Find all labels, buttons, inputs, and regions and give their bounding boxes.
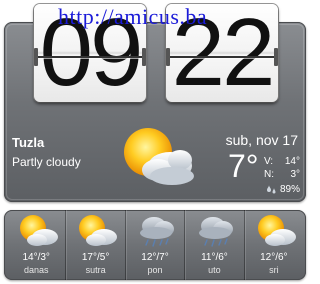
city-name: Tuzla <box>12 135 45 150</box>
forecast-day-name: sri <box>269 265 279 275</box>
rain-cloud-icon <box>139 217 174 247</box>
forecast-day[interactable]: 12°/6° sri <box>243 210 303 280</box>
forecast-day-name: sutra <box>85 265 106 275</box>
forecast-day[interactable]: 12°/7° pon <box>124 210 184 280</box>
sun-cloud-icon <box>124 128 194 185</box>
flip-divider <box>166 56 278 58</box>
forecast-temp: 11°/6° <box>201 252 228 263</box>
sun-cloud-icon <box>20 215 58 246</box>
flip-hinge <box>274 48 278 66</box>
forecast-day[interactable]: 14°/3° danas <box>7 210 65 280</box>
forecast-day[interactable]: 11°/6° uto <box>184 210 243 280</box>
forecast-temp: 12°/7° <box>141 252 169 263</box>
rain-cloud-icon <box>199 217 234 247</box>
watermark-url: http://amicus.ba <box>58 4 208 29</box>
high-temp: 14° <box>284 156 300 167</box>
low-label: N: <box>264 169 274 180</box>
flip-hinge <box>166 48 170 66</box>
low-temp: 3° <box>290 169 300 180</box>
forecast-temp: 14°/3° <box>22 252 50 263</box>
humidity-value: 89% <box>279 184 300 195</box>
high-label: V: <box>264 156 274 167</box>
high-low-temps: V: 14° N: 3° <box>264 155 300 181</box>
flip-divider <box>34 56 146 58</box>
current-temperature: 7° <box>228 148 259 184</box>
forecast-temp: 17°/5° <box>81 252 110 263</box>
forecast-day-name: pon <box>147 265 163 275</box>
forecast-panel[interactable]: 14°/3° danas 17°/5° sutra 12°/7° pon 11°… <box>4 210 306 280</box>
forecast-temp: 12°/6° <box>260 252 288 263</box>
current-date: sub, nov 17 <box>225 132 298 148</box>
forecast-day-name: uto <box>208 265 221 275</box>
humidity-icon <box>266 185 276 194</box>
flip-hinge <box>142 48 146 66</box>
forecast-day-name: danas <box>23 265 49 275</box>
weather-condition: Partly cloudy <box>12 155 81 169</box>
sun-cloud-icon <box>79 215 118 246</box>
humidity: 89% <box>266 184 300 195</box>
forecast-day[interactable]: 17°/5° sutra <box>65 210 124 280</box>
flip-hinge <box>34 48 38 66</box>
sun-cloud-icon <box>257 215 296 246</box>
